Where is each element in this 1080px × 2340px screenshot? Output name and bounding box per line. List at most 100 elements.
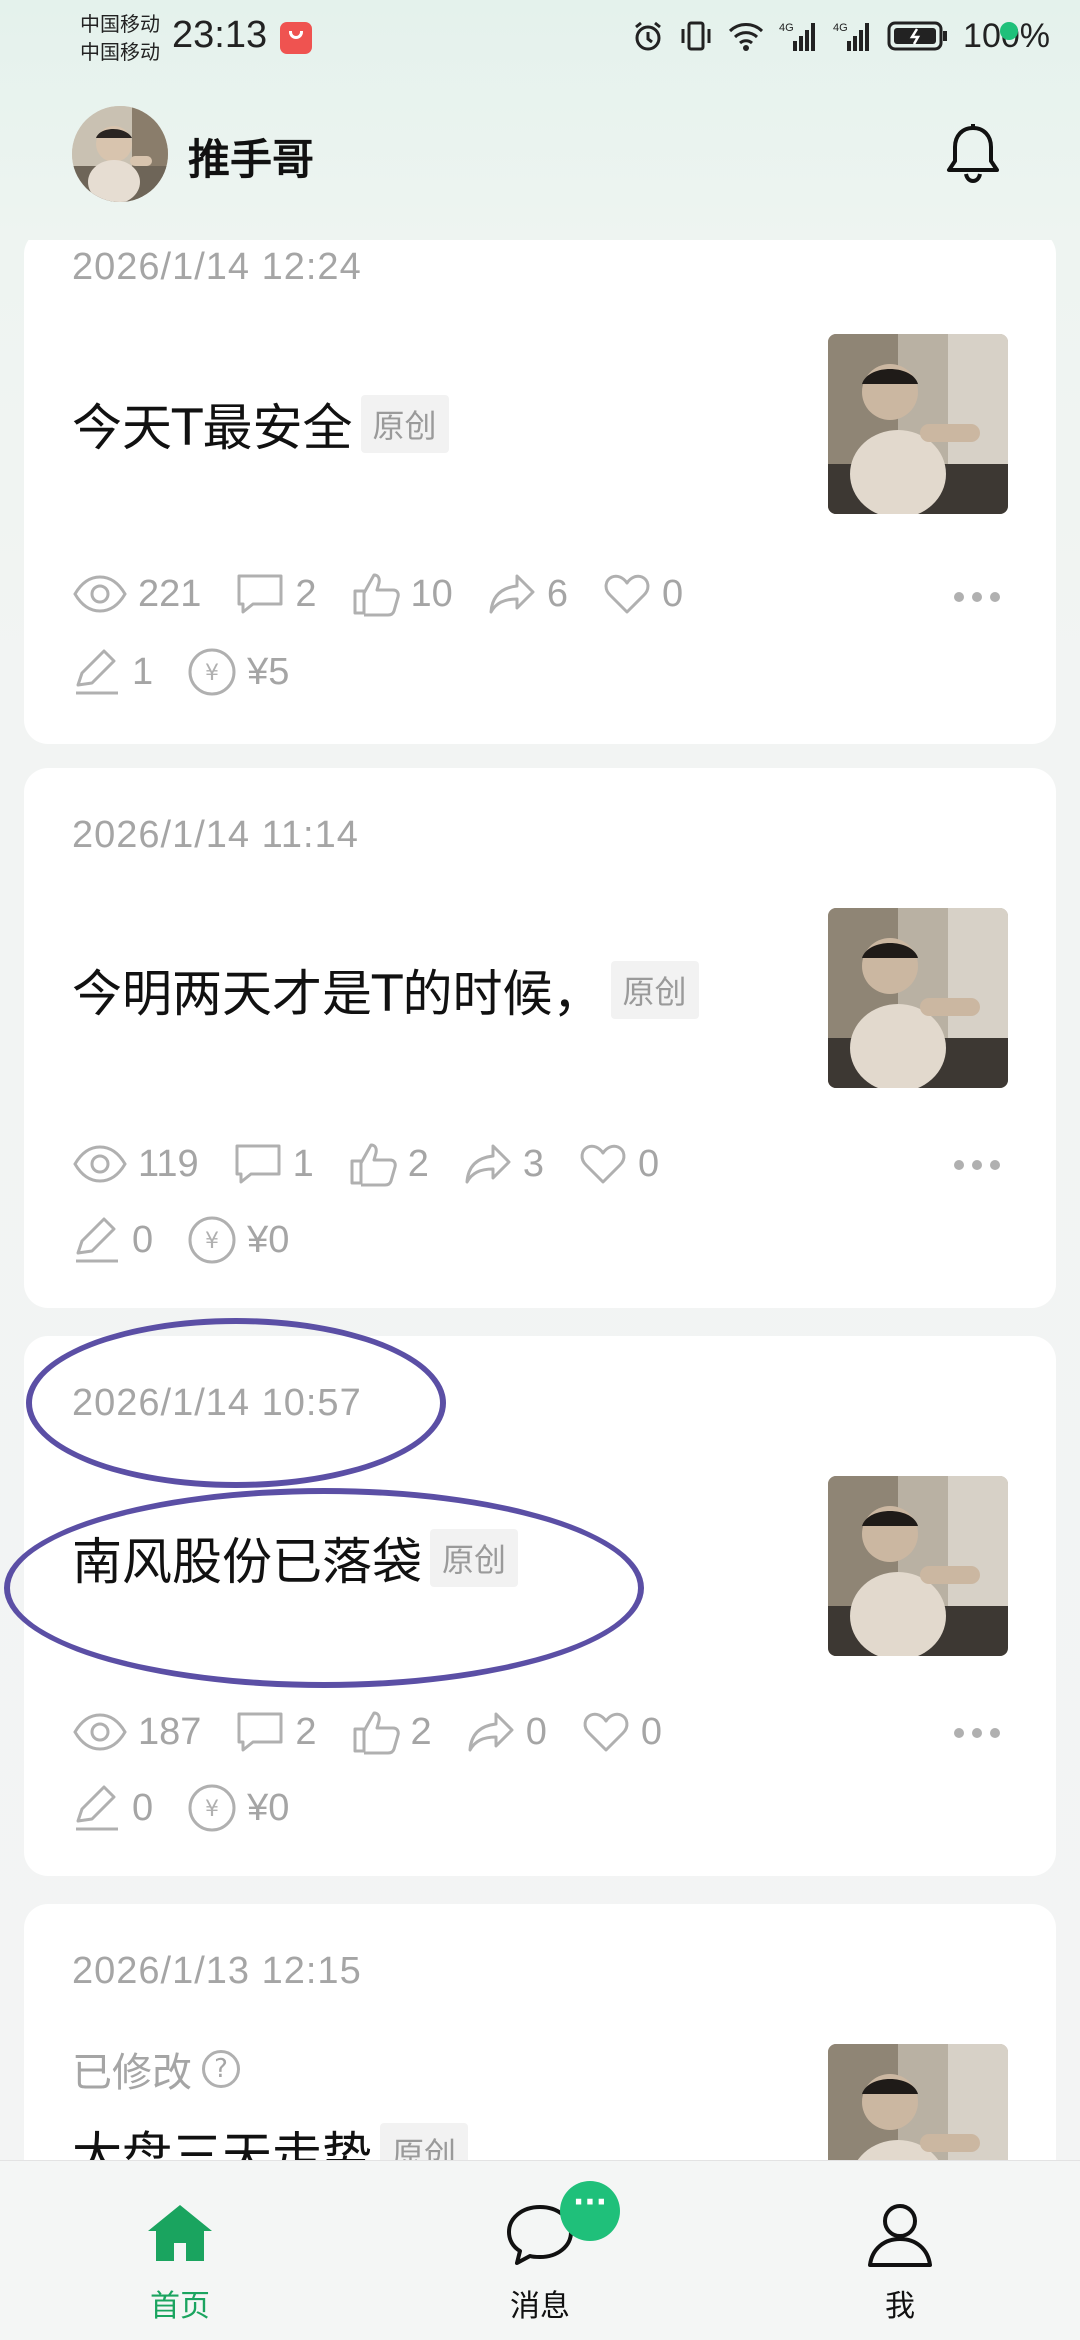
edits-count: 0 xyxy=(132,1786,154,1829)
views-count: 119 xyxy=(138,1142,199,1185)
post-thumbnail[interactable] xyxy=(828,334,1008,514)
comments-count: 2 xyxy=(295,1710,317,1753)
nav-me[interactable]: 我 xyxy=(800,2161,1000,2340)
more-icon[interactable] xyxy=(954,592,1004,604)
likes-stat[interactable]: 2 xyxy=(351,1709,432,1755)
heart-icon xyxy=(583,1712,629,1752)
bottom-nav: 首页 消息 ··· 我 xyxy=(0,2160,1080,2340)
bell-icon[interactable] xyxy=(944,122,1002,186)
comment-icon xyxy=(237,574,283,614)
edited-indicator: 已修改 ? xyxy=(72,2040,240,2098)
home-icon xyxy=(148,2205,212,2261)
post-title-row[interactable]: 大盘三天走势 原创 xyxy=(72,2116,469,2160)
share-icon xyxy=(465,1144,511,1184)
shares-stat[interactable]: 3 xyxy=(463,1142,544,1186)
post-thumbnail[interactable] xyxy=(828,2044,1008,2160)
reward-stat: ¥ ¥5 xyxy=(187,647,289,697)
post-title[interactable]: 今天T最安全 xyxy=(72,388,353,460)
signal-icon-1: 4G xyxy=(779,22,816,51)
likes-stat[interactable]: 2 xyxy=(348,1141,429,1187)
post-extra-stats: 0 ¥ ¥0 xyxy=(72,1210,323,1270)
edits-count: 0 xyxy=(132,1218,154,1261)
svg-text:¥: ¥ xyxy=(205,1229,219,1254)
post-card[interactable]: 2026/1/14 11:14 今明两天才是T的时候， 原创 119 1 2 3… xyxy=(24,768,1056,1308)
comment-icon xyxy=(235,1144,281,1184)
heart-icon xyxy=(580,1144,626,1184)
yuan-coin-icon: ¥ xyxy=(188,1216,236,1264)
pencil-icon xyxy=(76,1217,118,1263)
avatar[interactable] xyxy=(72,106,168,202)
shares-stat[interactable]: 6 xyxy=(487,572,568,616)
signal-icon-2: 4G xyxy=(833,22,870,51)
annotation-circle-date xyxy=(26,1318,446,1488)
shares-count: 6 xyxy=(546,572,568,615)
status-icons: 4G 4G 100% xyxy=(631,14,1050,58)
post-card[interactable]: 2026/1/13 12:15 已修改 ? 大盘三天走势 原创 xyxy=(24,1904,1056,2160)
svg-text:¥: ¥ xyxy=(205,1797,219,1822)
post-thumbnail[interactable] xyxy=(828,908,1008,1088)
post-title-row[interactable]: 今明两天才是T的时候， 原创 xyxy=(72,954,699,1026)
favorites-stat[interactable]: 0 xyxy=(578,1142,659,1186)
more-icon[interactable] xyxy=(954,1728,1004,1740)
notification-dot xyxy=(1000,22,1018,40)
annotation-circle-title xyxy=(4,1488,644,1688)
reward-amount: ¥0 xyxy=(247,1218,290,1261)
post-date: 2026/1/14 11:14 xyxy=(72,814,359,856)
favorites-count: 0 xyxy=(640,1710,662,1753)
post-extra-stats: 0 ¥ ¥0 xyxy=(72,1778,323,1838)
svg-text:4G: 4G xyxy=(779,22,794,34)
edits-stat: 0 xyxy=(72,1785,153,1831)
post-title-row[interactable]: 今天T最安全 原创 xyxy=(72,388,449,460)
status-time: 23:13 xyxy=(172,14,268,56)
carrier-labels: 中国移动 中国移动 xyxy=(80,10,160,66)
eye-icon xyxy=(73,575,127,613)
shares-stat[interactable]: 0 xyxy=(466,1710,547,1754)
pencil-icon xyxy=(76,1785,118,1831)
comments-count: 1 xyxy=(292,1142,314,1185)
post-stats: 221 2 10 6 0 xyxy=(72,564,717,624)
comments-stat[interactable]: 2 xyxy=(235,572,317,616)
original-tag: 原创 xyxy=(360,395,449,453)
favorites-stat[interactable]: 0 xyxy=(581,1710,662,1754)
favorites-count: 0 xyxy=(638,1142,660,1185)
comments-stat[interactable]: 2 xyxy=(235,1710,317,1754)
post-date: 2026/1/13 12:15 xyxy=(72,1950,362,1992)
post-date: 2026/1/14 12:24 xyxy=(72,246,362,288)
carrier-2: 中国移动 xyxy=(80,40,160,64)
post-feed[interactable]: 2026/1/14 12:24 今天T最安全 原创 221 2 10 6 0 1… xyxy=(0,240,1080,2160)
messages-badge: ··· xyxy=(560,2181,620,2241)
views-stat: 119 xyxy=(72,1143,199,1186)
svg-text:4G: 4G xyxy=(833,22,848,34)
person-icon xyxy=(868,2204,932,2267)
share-icon xyxy=(468,1712,514,1752)
views-stat: 187 xyxy=(72,1711,201,1754)
carrier-1: 中国移动 xyxy=(80,12,160,36)
more-icon[interactable] xyxy=(954,1160,1004,1172)
reward-stat: ¥ ¥0 xyxy=(187,1783,289,1833)
post-title[interactable]: 今明两天才是T的时候， xyxy=(72,954,603,1026)
reward-amount: ¥0 xyxy=(247,1786,290,1829)
post-stats: 187 2 2 0 0 xyxy=(72,1702,696,1762)
eye-icon xyxy=(73,1713,127,1751)
battery-icon xyxy=(887,21,948,51)
nav-home[interactable]: 首页 xyxy=(80,2161,280,2340)
comments-stat[interactable]: 1 xyxy=(233,1142,314,1186)
views-stat: 221 xyxy=(72,573,201,616)
favorites-stat[interactable]: 0 xyxy=(602,572,683,616)
wifi-icon xyxy=(728,23,764,51)
help-icon[interactable]: ? xyxy=(202,2050,240,2088)
yuan-coin-icon: ¥ xyxy=(188,648,236,696)
likes-stat[interactable]: 10 xyxy=(351,571,453,617)
post-card[interactable]: 2026/1/14 12:24 今天T最安全 原创 221 2 10 6 0 1… xyxy=(24,240,1056,744)
post-thumbnail[interactable] xyxy=(828,1476,1008,1656)
likes-count: 2 xyxy=(410,1710,432,1753)
original-tag: 原创 xyxy=(610,961,699,1019)
svg-text:¥: ¥ xyxy=(205,661,219,686)
thumbs-up-icon xyxy=(353,1711,400,1755)
comment-icon xyxy=(237,1712,283,1752)
thumbs-up-icon xyxy=(353,573,400,617)
shares-count: 3 xyxy=(522,1142,545,1185)
nav-home-label: 首页 xyxy=(150,2289,210,2324)
likes-count: 10 xyxy=(410,572,453,615)
post-title[interactable]: 大盘三天走势 xyxy=(72,2116,372,2160)
